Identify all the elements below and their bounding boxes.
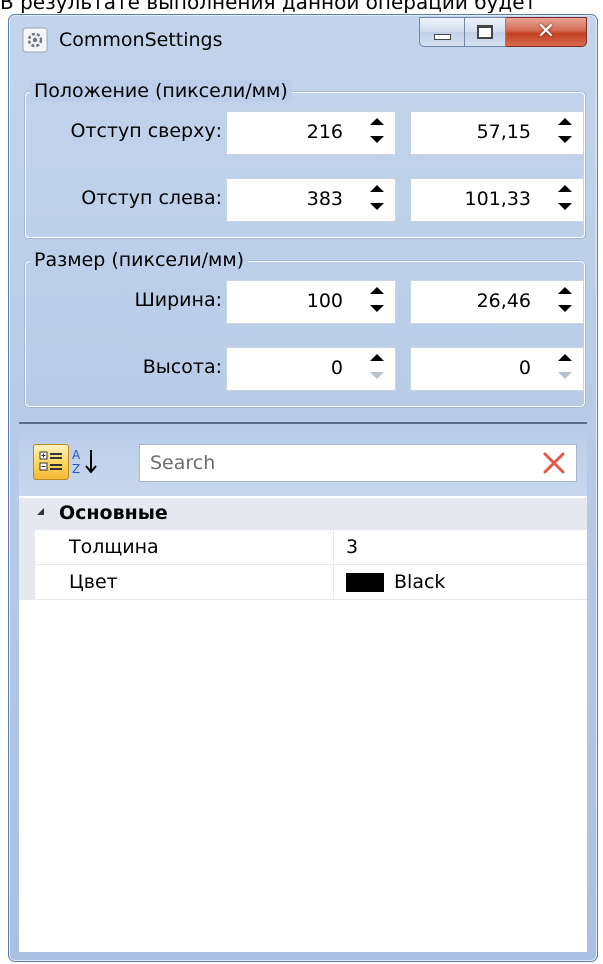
property-row[interactable]: Цвет Black: [19, 565, 587, 600]
height-label: Высота:: [142, 356, 222, 378]
settings-gear-icon: [22, 27, 48, 53]
position-group-title: Положение (пиксели/мм): [30, 80, 292, 102]
alphabetical-sort-button[interactable]: A Z: [69, 444, 103, 478]
offset-left-mm-spinner[interactable]: 101,33: [410, 178, 584, 222]
categorized-view-icon: [39, 451, 62, 471]
property-name: Цвет: [69, 571, 118, 593]
document-text-line: В результате выполнения данной операции …: [0, 0, 537, 13]
property-name-cell[interactable]: Толщина: [35, 530, 334, 565]
spin-arrows: [367, 115, 387, 151]
property-name: Толщина: [69, 536, 159, 558]
property-value[interactable]: 3: [346, 536, 358, 558]
spin-up-icon[interactable]: [558, 185, 572, 192]
row-margin: [19, 530, 35, 565]
size-group: Размер (пиксели/мм) Ширина: 100 26,46 Вы…: [25, 249, 585, 407]
spin-up-icon[interactable]: [558, 118, 572, 125]
maximize-button[interactable]: [465, 17, 506, 47]
color-swatch: [346, 573, 384, 592]
spin-up-icon[interactable]: [558, 287, 572, 294]
spin-down-icon[interactable]: [370, 305, 384, 312]
spin-arrows: [367, 284, 387, 320]
size-group-title: Размер (пиксели/мм): [30, 249, 249, 271]
width-label: Ширина:: [134, 289, 222, 311]
common-settings-window: CommonSettings ✕ Положение (пиксели/мм) …: [8, 14, 598, 962]
height-pixels-value[interactable]: 0: [331, 357, 343, 379]
property-value-cell[interactable]: Black: [334, 565, 587, 600]
close-button[interactable]: ✕: [506, 17, 587, 47]
width-pixels-value[interactable]: 100: [307, 290, 343, 312]
window-client-area: Положение (пиксели/мм) Отступ сверху: 21…: [17, 69, 589, 952]
svg-text:A: A: [72, 448, 81, 462]
spin-down-disabled-icon: [558, 372, 572, 379]
property-name-cell[interactable]: Цвет: [35, 565, 334, 600]
spin-arrows: [555, 351, 575, 387]
spin-down-icon[interactable]: [370, 203, 384, 210]
offset-top-mm-value[interactable]: 57,15: [477, 121, 531, 143]
spin-up-icon[interactable]: [370, 118, 384, 125]
spin-arrows: [367, 351, 387, 387]
offset-left-label: Отступ слева:: [81, 187, 222, 209]
offset-top-pixels-spinner[interactable]: 216: [226, 111, 396, 155]
clear-search-icon[interactable]: [540, 449, 568, 477]
svg-text:Z: Z: [72, 462, 80, 476]
spin-up-icon[interactable]: [558, 354, 572, 361]
offset-top-mm-spinner[interactable]: 57,15: [410, 111, 584, 155]
spin-down-icon[interactable]: [558, 305, 572, 312]
property-value[interactable]: Black: [394, 571, 445, 593]
height-pixels-spinner[interactable]: 0: [226, 347, 396, 391]
offset-top-pixels-value[interactable]: 216: [307, 121, 343, 143]
category-row[interactable]: Основные: [19, 498, 587, 530]
position-group: Положение (пиксели/мм) Отступ сверху: 21…: [25, 80, 585, 238]
maximize-icon: [477, 25, 493, 39]
offset-left-mm-value[interactable]: 101,33: [465, 188, 531, 210]
search-input[interactable]: [140, 445, 540, 481]
close-icon: ✕: [536, 19, 556, 44]
width-mm-spinner[interactable]: 26,46: [410, 280, 584, 324]
minimize-icon: [433, 34, 451, 40]
spin-down-disabled-icon: [370, 372, 384, 379]
property-row[interactable]: Толщина 3: [19, 530, 587, 565]
property-grid-toolbar: A Z: [19, 424, 587, 496]
width-pixels-spinner[interactable]: 100: [226, 280, 396, 324]
title-bar[interactable]: CommonSettings ✕: [9, 15, 597, 69]
spin-arrows: [555, 115, 575, 151]
offset-left-row: Отступ слева: 383 101,33: [26, 178, 584, 222]
categorized-view-button[interactable]: [33, 444, 69, 480]
height-row: Высота: 0 0: [26, 347, 584, 391]
offset-top-row: Отступ сверху: 216 57,15: [26, 111, 584, 155]
spin-arrows: [555, 182, 575, 218]
width-mm-value[interactable]: 26,46: [477, 290, 531, 312]
width-row: Ширина: 100 26,46: [26, 280, 584, 324]
spin-down-icon[interactable]: [558, 203, 572, 210]
search-box[interactable]: [139, 444, 577, 482]
sort-az-icon: A Z: [72, 448, 97, 476]
offset-left-pixels-value[interactable]: 383: [307, 188, 343, 210]
caption-buttons: ✕: [419, 17, 587, 47]
spin-up-icon[interactable]: [370, 185, 384, 192]
property-grid: A Z Основные: [19, 422, 587, 952]
property-value-cell[interactable]: 3: [334, 530, 587, 565]
spin-arrows: [555, 284, 575, 320]
row-margin: [19, 565, 35, 600]
window-title: CommonSettings: [59, 29, 223, 51]
offset-left-pixels-spinner[interactable]: 383: [226, 178, 396, 222]
spin-up-icon[interactable]: [370, 287, 384, 294]
spin-down-icon[interactable]: [558, 136, 572, 143]
expand-triangle-icon[interactable]: [37, 508, 44, 515]
spin-up-icon[interactable]: [370, 354, 384, 361]
spin-down-icon[interactable]: [370, 136, 384, 143]
height-mm-value[interactable]: 0: [519, 357, 531, 379]
spin-arrows: [367, 182, 387, 218]
category-name: Основные: [59, 502, 168, 524]
offset-top-label: Отступ сверху:: [70, 120, 222, 142]
height-mm-spinner[interactable]: 0: [410, 347, 584, 391]
minimize-button[interactable]: [419, 17, 465, 47]
